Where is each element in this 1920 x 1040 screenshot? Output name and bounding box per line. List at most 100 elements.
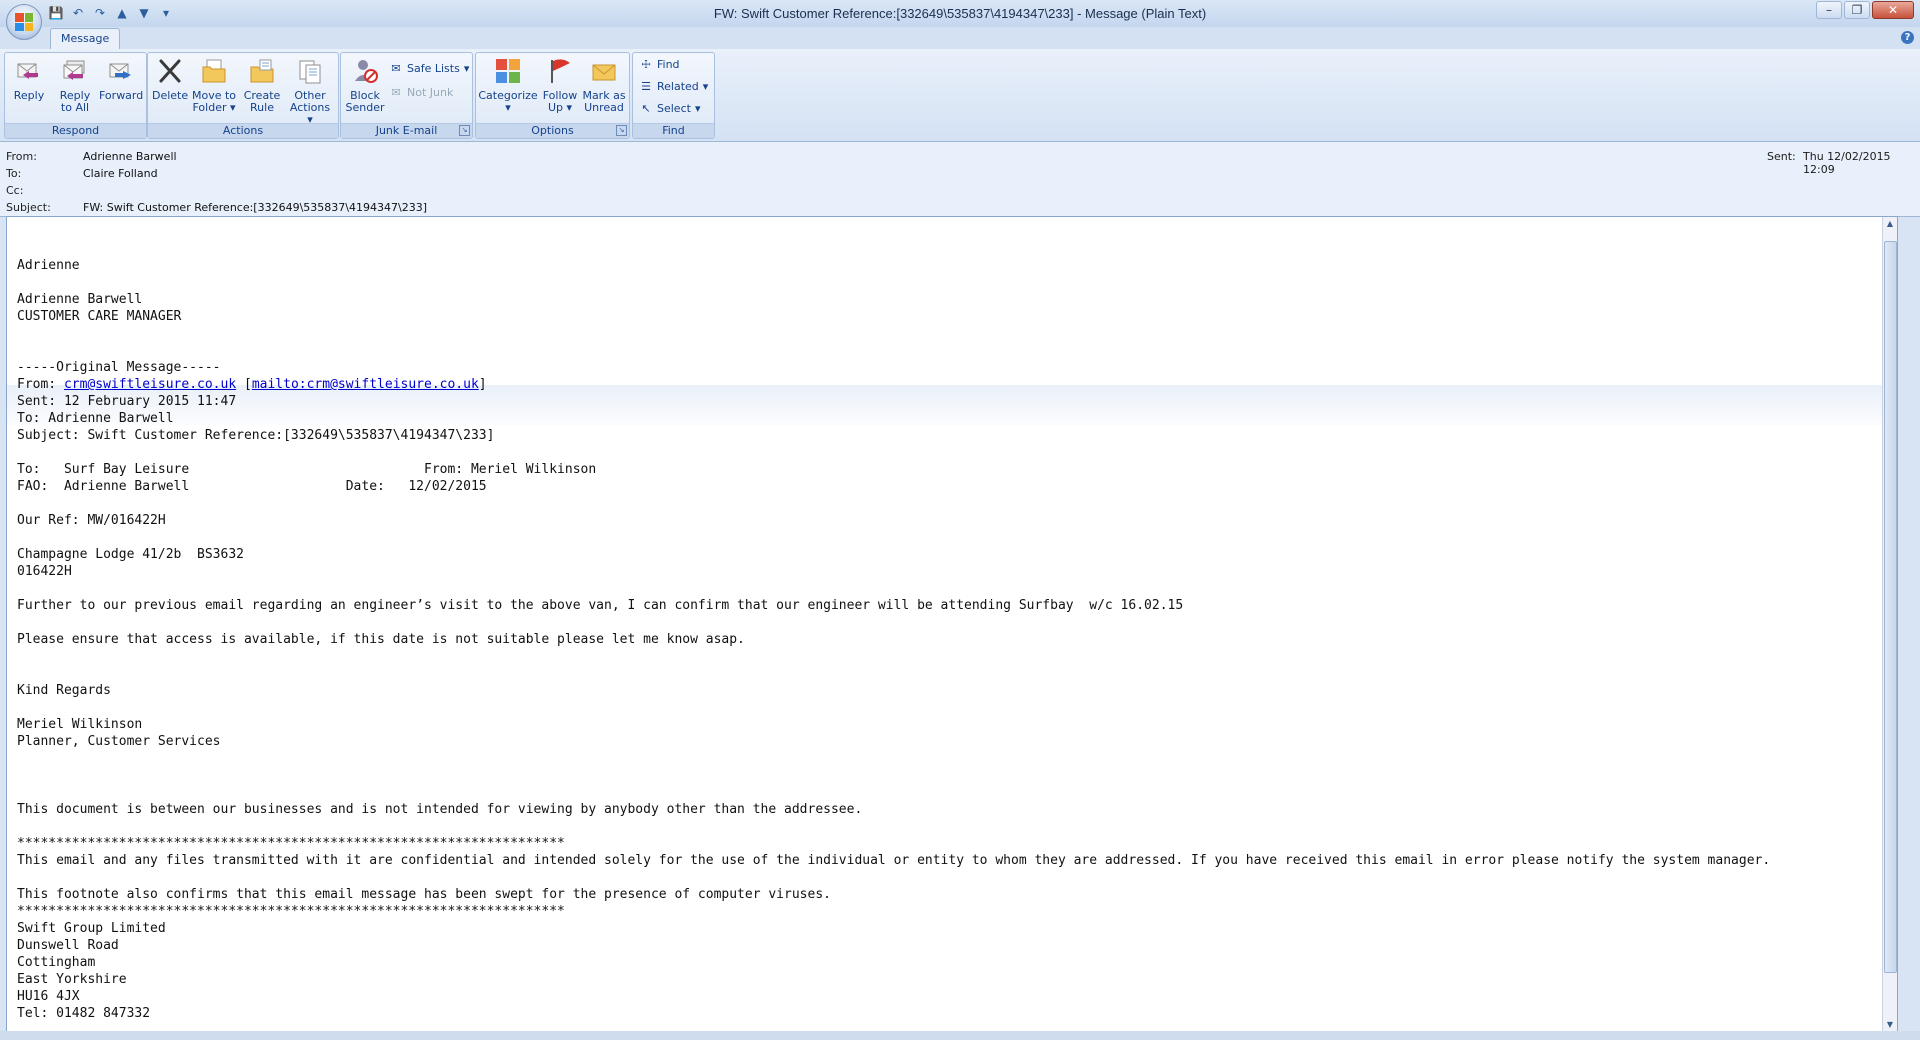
- options-group-label: Options: [476, 123, 629, 138]
- body-line: From: crm@swiftleisure.co.uk [mailto:crm…: [17, 377, 487, 392]
- move-to-folder-button[interactable]: Move to Folder ▾: [190, 55, 238, 114]
- to-label: To:: [6, 167, 22, 180]
- restore-icon[interactable]: ❐: [1844, 1, 1870, 19]
- body-line: [17, 784, 1770, 801]
- other-actions-button[interactable]: Other Actions ▾: [286, 55, 334, 126]
- body-line: Planner, Customer Services: [17, 734, 221, 749]
- body-line: Further to our previous email regarding …: [17, 598, 1184, 613]
- not-junk-icon: ✉: [391, 86, 401, 99]
- body-line: Meriel Wilkinson: [17, 717, 143, 732]
- body-line: Adrienne Barwell: [17, 292, 143, 307]
- find-group-label: Find: [633, 123, 714, 138]
- actions-group: Delete Move to Folder ▾ Create Rule Othe…: [147, 52, 339, 139]
- body-line: [17, 342, 1770, 359]
- options-group: Categorize ▾ Follow Up ▾ Mark as Unread …: [475, 52, 630, 139]
- block-sender-icon: [349, 55, 381, 87]
- body-line: [17, 699, 1770, 716]
- other-actions-icon: [294, 55, 326, 87]
- body-line: Kind Regards: [17, 683, 111, 698]
- body-line: This email and any files transmitted wit…: [17, 853, 1771, 868]
- reply-all-icon: [59, 55, 91, 87]
- junk-email-dialog-launcher-icon[interactable]: ↘: [459, 125, 470, 136]
- block-sender-button[interactable]: Block Sender: [345, 55, 385, 114]
- body-line: [17, 818, 1770, 835]
- mailto-link[interactable]: mailto:crm@swiftleisure.co.uk: [252, 377, 479, 392]
- body-line: Sent: 12 February 2015 11:47: [17, 394, 237, 409]
- window-title: FW: Swift Customer Reference:[332649\535…: [713, 6, 1207, 21]
- body-line: [17, 767, 1770, 784]
- body-line: [17, 223, 1770, 240]
- office-button[interactable]: [6, 4, 42, 40]
- delete-button[interactable]: Delete: [152, 55, 188, 102]
- mark-as-unread-button[interactable]: Mark as Unread: [582, 55, 626, 114]
- body-line: Dunswell Road: [17, 938, 119, 953]
- help-icon[interactable]: ?: [1901, 31, 1914, 44]
- tab-message[interactable]: Message: [50, 28, 121, 49]
- respond-group: Reply Reply to All Forward Respond: [4, 52, 147, 139]
- body-line: [17, 240, 1770, 257]
- window-controls: – ❐ ✕: [1816, 1, 1914, 19]
- forward-button[interactable]: Forward: [99, 55, 143, 102]
- reply-all-button[interactable]: Reply to All: [53, 55, 97, 114]
- select-button[interactable]: ↖ Select ▾: [639, 99, 700, 119]
- delete-icon: [154, 55, 186, 87]
- body-line: Please ensure that access is available, …: [17, 632, 745, 647]
- body-line: [17, 648, 1770, 665]
- body-line: [17, 580, 1770, 597]
- body-line: [17, 750, 1770, 767]
- categorize-icon: [492, 55, 524, 87]
- scroll-down-icon[interactable]: ▼: [1883, 1018, 1897, 1032]
- safe-lists-icon: ✉: [391, 62, 401, 75]
- body-line: FAO: Adrienne Barwell Date: 12/02/2015: [17, 479, 487, 494]
- find-group: ☩ Find ☰ Related ▾ ↖ Select ▾ Find: [632, 52, 715, 139]
- body-line: ****************************************…: [17, 904, 565, 919]
- reply-button[interactable]: Reply: [9, 55, 49, 102]
- body-line: To: Surf Bay Leisure From: Meriel Wilkin…: [17, 462, 597, 477]
- junk-email-group: Block Sender ✉ Safe Lists ▾ ✉ Not Junk Ju…: [340, 52, 473, 139]
- from-value[interactable]: Adrienne Barwell: [83, 150, 177, 163]
- body-line: [17, 325, 1770, 342]
- body-line: This footnote also confirms that this em…: [17, 887, 831, 902]
- follow-up-button[interactable]: Follow Up ▾: [540, 55, 580, 114]
- options-dialog-launcher-icon[interactable]: ↘: [616, 125, 627, 136]
- body-line: Our Ref: MW/016422H: [17, 513, 166, 528]
- to-value[interactable]: Claire Folland: [83, 167, 158, 180]
- related-icon: ☰: [641, 80, 651, 93]
- body-line: This document is between our businesses …: [17, 802, 863, 817]
- message-body[interactable]: Adrienne Adrienne Barwell CUSTOMER CARE MA…: [6, 216, 1898, 1033]
- forward-icon: [105, 55, 137, 87]
- select-cursor-icon: ↖: [641, 102, 651, 115]
- body-line: 016422H: [17, 564, 72, 579]
- move-to-folder-icon: [198, 55, 230, 87]
- vertical-scrollbar[interactable]: ▲ ▼: [1882, 217, 1897, 1032]
- body-line: Cottingham: [17, 955, 96, 970]
- binoculars-icon: ☩: [641, 58, 651, 71]
- create-rule-icon: [246, 55, 278, 87]
- scroll-up-icon[interactable]: ▲: [1883, 217, 1897, 231]
- body-line: HU16 4JX: [17, 989, 80, 1004]
- body-line: [17, 495, 1770, 512]
- title-bar: 💾 ↶ ↷ ▲ ▼ ▾ FW: Swift Customer Reference…: [0, 0, 1920, 28]
- ribbon: Reply Reply to All Forward Respond Delet…: [0, 49, 1920, 142]
- body-line: [17, 665, 1770, 682]
- close-icon[interactable]: ✕: [1872, 1, 1914, 19]
- sender-email-link[interactable]: crm@swiftleisure.co.uk: [64, 377, 236, 392]
- safe-lists-button[interactable]: ✉ Safe Lists ▾: [389, 59, 469, 79]
- minimize-icon[interactable]: –: [1816, 1, 1842, 19]
- from-label: From:: [6, 150, 37, 163]
- follow-up-flag-icon: [544, 55, 576, 87]
- find-button[interactable]: ☩ Find: [639, 55, 679, 75]
- body-line: Swift Group Limited: [17, 921, 166, 936]
- body-line: CUSTOMER CARE MANAGER: [17, 309, 182, 324]
- body-line: [17, 614, 1770, 631]
- related-button[interactable]: ☰ Related ▾: [639, 77, 708, 97]
- categorize-button[interactable]: Categorize ▾: [478, 55, 538, 114]
- not-junk-button[interactable]: ✉ Not Junk: [389, 83, 453, 103]
- sent-value: Thu 12/02/2015 12:09: [1803, 150, 1891, 176]
- subject-label: Subject:: [6, 201, 51, 214]
- junk-email-group-label: Junk E-mail: [341, 123, 472, 138]
- create-rule-button[interactable]: Create Rule: [240, 55, 284, 114]
- message-body-text: Adrienne Adrienne Barwell CUSTOMER CARE MA…: [17, 223, 1770, 1022]
- scrollbar-thumb[interactable]: [1884, 241, 1897, 973]
- body-line: Adrienne: [17, 258, 80, 273]
